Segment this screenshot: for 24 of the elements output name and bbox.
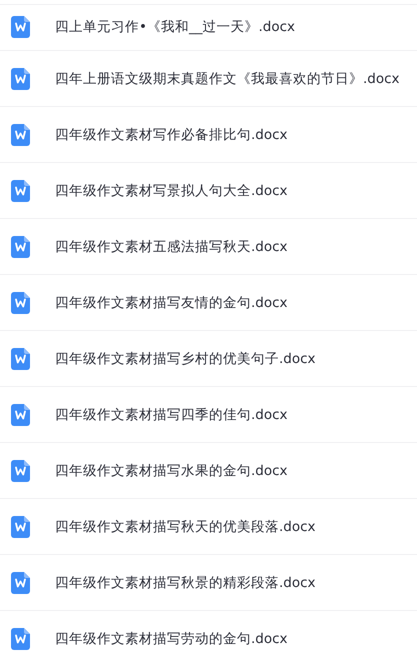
document-icon [11,572,30,594]
document-icon [11,516,30,538]
file-name[interactable]: 四年级作文素材描写劳动的金句.docx [55,630,288,648]
document-icon [11,68,30,90]
document-icon [11,124,30,146]
file-name[interactable]: 四年级作文素材描写乡村的优美句子.docx [55,350,316,368]
file-name[interactable]: 四年级作文素材写景拟人句大全.docx [55,182,288,200]
file-name[interactable]: 四年级作文素材描写友情的金句.docx [55,294,288,312]
document-icon [11,180,30,202]
file-name[interactable]: 四年级作文素材五感法描写秋天.docx [55,238,288,256]
document-icon [11,292,30,314]
file-name[interactable]: 四年级作文素材描写秋景的精彩段落.docx [55,574,316,592]
document-icon [11,628,30,650]
file-name[interactable]: 四年级作文素材描写水果的金句.docx [55,462,288,480]
file-name[interactable]: 四年上册语文级期末真题作文《我最喜欢的节日》.docx [55,70,400,88]
document-icon [11,236,30,258]
file-name[interactable]: 四年级作文素材描写秋天的优美段落.docx [55,518,316,536]
file-name[interactable]: 四上单元习作•《我和__过一天》.docx [55,18,295,36]
document-icon [11,460,30,482]
file-name[interactable]: 四年级作文素材写作必备排比句.docx [55,126,288,144]
document-icon [11,348,30,370]
file-name[interactable]: 四年级作文素材描写四季的佳句.docx [55,406,288,424]
document-icon [11,404,30,426]
document-icon [11,16,30,38]
